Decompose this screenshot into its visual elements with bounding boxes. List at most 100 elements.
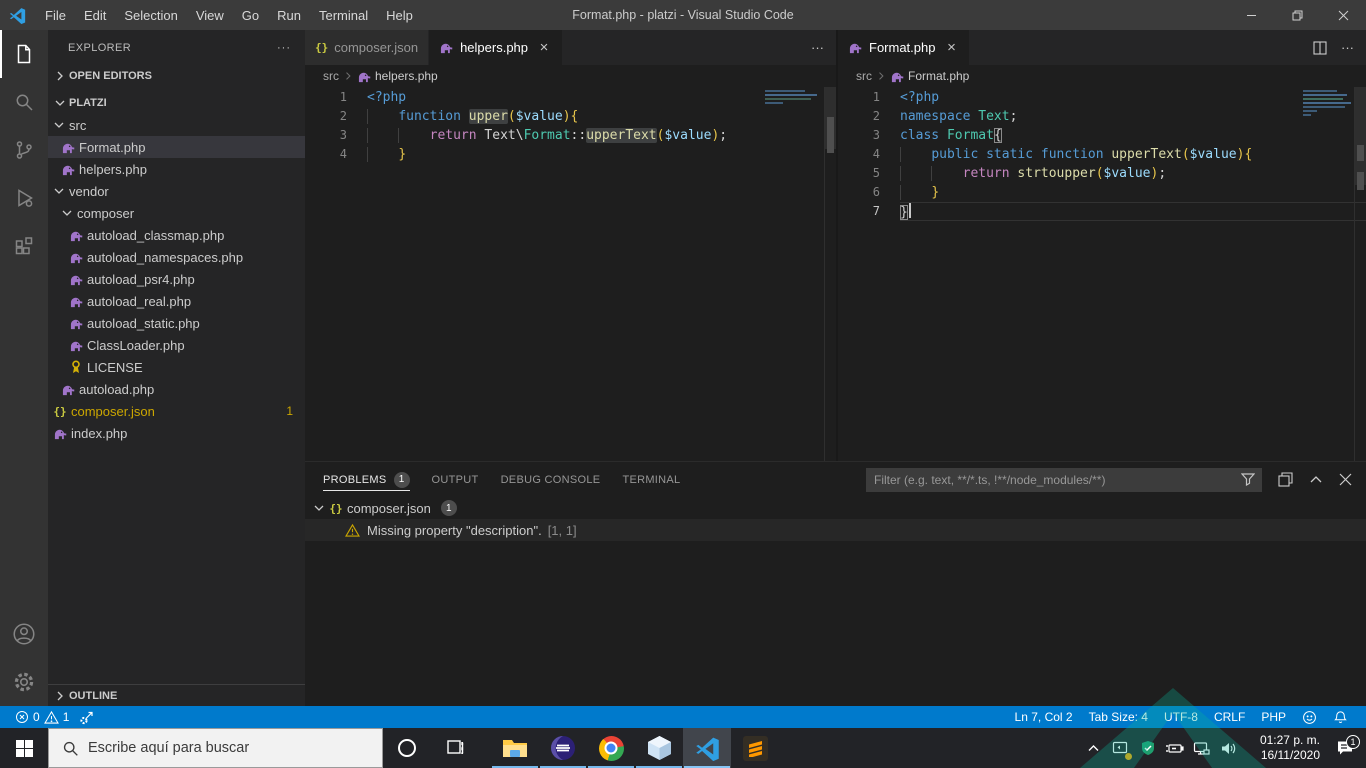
status-tab-size-4[interactable]: Tab Size: 4	[1081, 706, 1156, 728]
menu-help[interactable]: Help	[377, 0, 422, 30]
close-button[interactable]	[1320, 0, 1366, 30]
tree-file-autoload.php[interactable]: autoload.php	[48, 378, 305, 400]
panel-tab-problems[interactable]: PROBLEMS 1	[323, 462, 410, 497]
taskbar-app-sublime[interactable]	[731, 728, 779, 768]
status-php[interactable]: PHP	[1253, 706, 1294, 728]
panel-maximize-chevron-icon[interactable]	[1309, 473, 1323, 487]
tray-volume-icon[interactable]	[1215, 728, 1242, 768]
menu-file[interactable]: File	[36, 0, 75, 30]
tab-Format.php[interactable]: Format.php ×	[838, 30, 971, 65]
chevron-right-icon	[51, 68, 69, 84]
tray-network-icon[interactable]	[1188, 728, 1215, 768]
launch-icon[interactable]	[74, 706, 100, 728]
notifications-bell-icon[interactable]	[1325, 706, 1356, 728]
error-icon	[15, 710, 29, 724]
breadcrumb-item[interactable]: src	[323, 69, 339, 83]
explorer-icon[interactable]	[0, 30, 48, 78]
problems-status-item[interactable]: 0 1	[10, 706, 74, 728]
workspace-section[interactable]: PLATZI	[48, 92, 305, 114]
problems-filter-input[interactable]	[866, 467, 1262, 492]
settings-gear-icon[interactable]	[0, 658, 48, 706]
menu-run[interactable]: Run	[268, 0, 310, 30]
tree-file-autoload_namespaces.php[interactable]: autoload_namespaces.php	[48, 246, 305, 268]
tree-folder-vendor[interactable]: vendor	[48, 180, 305, 202]
tree-folder-composer[interactable]: composer	[48, 202, 305, 224]
breadcrumb-item[interactable]: src	[856, 69, 872, 83]
tree-item-label: autoload_static.php	[87, 315, 200, 331]
tray-chevron-up-icon[interactable]	[1080, 728, 1107, 768]
tree-folder-src[interactable]: src	[48, 114, 305, 136]
source-control-icon[interactable]	[0, 126, 48, 174]
start-button[interactable]	[0, 728, 48, 768]
overview-ruler[interactable]	[824, 87, 836, 461]
menu-view[interactable]: View	[187, 0, 233, 30]
task-view-button[interactable]	[431, 728, 479, 768]
taskbar-app-eclipse[interactable]	[539, 728, 587, 768]
tree-file-autoload_real.php[interactable]: autoload_real.php	[48, 290, 305, 312]
tree-file-autoload_static.php[interactable]: autoload_static.php	[48, 312, 305, 334]
breadcrumb[interactable]: src Format.php	[838, 65, 1366, 87]
minimap[interactable]	[1303, 90, 1353, 116]
cortana-button[interactable]	[383, 728, 431, 768]
menu-edit[interactable]: Edit	[75, 0, 115, 30]
tree-file-LICENSE[interactable]: LICENSE	[48, 356, 305, 378]
breadcrumb-item[interactable]: Format.php	[908, 69, 969, 83]
problems-file-row[interactable]: {} composer.json 1	[305, 497, 1366, 519]
taskbar-app-virtualbox[interactable]	[635, 728, 683, 768]
menu-terminal[interactable]: Terminal	[310, 0, 377, 30]
tree-file-autoload_psr4.php[interactable]: autoload_psr4.php	[48, 268, 305, 290]
vscode-window: File Edit Selection View Go Run Terminal Help F…	[0, 0, 1366, 768]
panel-tab-terminal[interactable]: TERMINAL	[622, 462, 680, 497]
minimize-button[interactable]	[1228, 0, 1274, 30]
panel-close-icon[interactable]	[1339, 473, 1352, 486]
status-crlf[interactable]: CRLF	[1206, 706, 1253, 728]
open-editors-section[interactable]: OPEN EDITORS	[48, 65, 305, 87]
outline-section[interactable]: OUTLINE	[48, 684, 305, 706]
status-utf-8[interactable]: UTF-8	[1156, 706, 1206, 728]
more-actions-icon[interactable]: ···	[811, 40, 824, 55]
tree-file-composer.json[interactable]: {} composer.json 1	[48, 400, 305, 422]
menu-selection[interactable]: Selection	[115, 0, 186, 30]
panel-restore-icon[interactable]	[1278, 472, 1293, 487]
more-actions-icon[interactable]: ···	[1341, 40, 1354, 55]
status-ln-7-col-2[interactable]: Ln 7, Col 2	[1007, 706, 1081, 728]
extensions-icon[interactable]	[0, 222, 48, 270]
minimap[interactable]	[765, 90, 823, 104]
tree-file-Format.php[interactable]: Format.php	[48, 136, 305, 158]
tray-app-icon[interactable]	[1107, 728, 1134, 768]
close-tab-icon[interactable]: ×	[536, 39, 552, 56]
feedback-icon[interactable]	[1294, 706, 1325, 728]
taskbar-app-vscode[interactable]	[683, 728, 731, 768]
problem-item-row[interactable]: Missing property "description". [1, 1]	[305, 519, 1366, 541]
breadcrumb-item[interactable]: helpers.php	[375, 69, 438, 83]
taskbar-clock[interactable]: 01:27 p. m. 16/11/2020	[1242, 733, 1324, 763]
tray-battery-icon[interactable]	[1161, 728, 1188, 768]
code-editor-helpers[interactable]: 1 <?php 2 function upper($value){3 return …	[305, 87, 836, 461]
activity-bar	[0, 30, 48, 706]
tab-helpers.php[interactable]: helpers.php ×	[429, 30, 564, 65]
tree-file-ClassLoader.php[interactable]: ClassLoader.php	[48, 334, 305, 356]
tree-file-autoload_classmap.php[interactable]: autoload_classmap.php	[48, 224, 305, 246]
taskbar-app-file-explorer[interactable]	[491, 728, 539, 768]
restore-button[interactable]	[1274, 0, 1320, 30]
panel-tab-debug-console[interactable]: DEBUG CONSOLE	[501, 462, 601, 497]
panel-tab-output[interactable]: OUTPUT	[432, 462, 479, 497]
tab-composer.json[interactable]: {} composer.json	[305, 30, 430, 65]
taskbar-app-chrome[interactable]	[587, 728, 635, 768]
tree-file-helpers.php[interactable]: helpers.php	[48, 158, 305, 180]
taskbar-search-input[interactable]	[88, 740, 382, 756]
code-line-content: class Format{	[900, 126, 1366, 145]
tray-security-shield-icon[interactable]	[1134, 728, 1161, 768]
notification-center-button[interactable]: 1	[1324, 735, 1366, 756]
close-tab-icon[interactable]: ×	[943, 39, 959, 56]
split-editor-icon[interactable]	[1313, 40, 1327, 55]
breadcrumb[interactable]: src helpers.php	[305, 65, 836, 87]
account-icon[interactable]	[0, 610, 48, 658]
menu-go[interactable]: Go	[233, 0, 268, 30]
search-icon[interactable]	[0, 78, 48, 126]
overview-ruler[interactable]	[1354, 87, 1366, 461]
code-editor-format[interactable]: 1 <?php 2 namespace Text; 3 class Format{4 pu…	[838, 87, 1366, 461]
run-debug-icon[interactable]	[0, 174, 48, 222]
explorer-more-actions-icon[interactable]: ···	[277, 42, 291, 54]
tree-file-index.php[interactable]: index.php	[48, 422, 305, 444]
